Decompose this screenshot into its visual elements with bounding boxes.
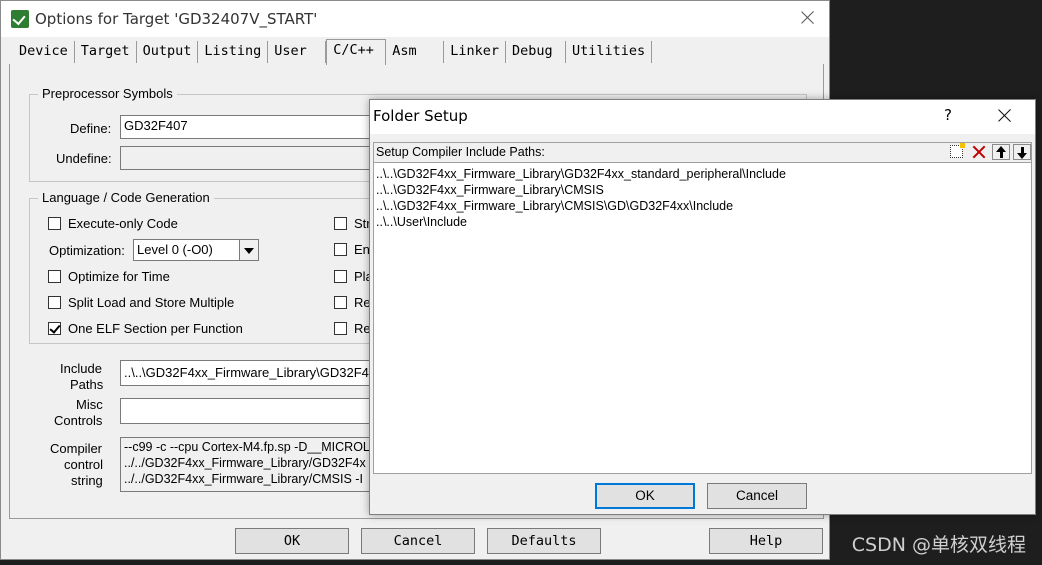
move-up-icon[interactable] bbox=[992, 144, 1010, 160]
optimize-time-checkbox[interactable] bbox=[48, 270, 61, 283]
optimization-label: Optimization: bbox=[49, 243, 125, 258]
watermark: CSDN @单核双线程 bbox=[851, 534, 1026, 556]
option-checkbox-3[interactable] bbox=[334, 270, 347, 283]
include-paths-field[interactable]: ..\..\GD32F4xx_Firmware_Library\GD32F4x bbox=[120, 360, 375, 386]
tab-device[interactable]: Device bbox=[13, 41, 75, 63]
compiler-string-label-1: Compiler bbox=[50, 441, 103, 456]
tab-debug[interactable]: Debug bbox=[506, 41, 567, 63]
option-checkbox-4[interactable] bbox=[334, 296, 347, 309]
folder-cancel-button[interactable]: Cancel bbox=[707, 483, 807, 509]
one-elf-label: One ELF Section per Function bbox=[68, 321, 243, 336]
undefine-field[interactable] bbox=[120, 146, 380, 170]
language-group-title: Language / Code Generation bbox=[38, 190, 214, 205]
tab-user[interactable]: User bbox=[268, 41, 327, 63]
list-item[interactable]: ..\..\GD32F4xx_Firmware_Library\CMSIS\GD… bbox=[376, 198, 1029, 214]
folder-ok-button[interactable]: OK bbox=[595, 483, 695, 509]
tab-target[interactable]: Target bbox=[75, 41, 137, 63]
tab-c-cpp[interactable]: C/C++ bbox=[326, 39, 387, 65]
list-item[interactable]: ..\..\GD32F4xx_Firmware_Library\CMSIS bbox=[376, 182, 1029, 198]
close-icon[interactable] bbox=[994, 105, 1016, 127]
optimization-value: Level 0 (-O0) bbox=[137, 242, 213, 257]
option-checkbox-2[interactable] bbox=[334, 243, 347, 256]
list-item[interactable]: ..\..\User\Include bbox=[376, 214, 1029, 230]
new-folder-icon[interactable] bbox=[950, 143, 965, 158]
undefine-label: Undefine: bbox=[56, 151, 112, 166]
move-down-icon[interactable] bbox=[1013, 144, 1031, 160]
include-paths-label-2: Paths bbox=[70, 377, 104, 392]
help-button[interactable]: Help bbox=[709, 528, 823, 554]
options-dialog-title: Options for Target 'GD32407V_START' bbox=[35, 10, 318, 28]
compiler-control-string: --c99 -c --cpu Cortex-M4.fp.sp -D__MICRO… bbox=[120, 437, 375, 492]
split-load-checkbox[interactable] bbox=[48, 296, 61, 309]
preprocessor-group-title: Preprocessor Symbols bbox=[38, 86, 177, 101]
split-load-label: Split Load and Store Multiple bbox=[68, 295, 235, 310]
list-item[interactable]: ..\..\GD32F4xx_Firmware_Library\GD32F4xx… bbox=[376, 166, 1029, 182]
include-paths-list[interactable]: ..\..\GD32F4xx_Firmware_Library\GD32F4xx… bbox=[373, 162, 1032, 474]
chevron-down-icon[interactable] bbox=[239, 240, 258, 260]
misc-controls-label-1: Misc bbox=[76, 397, 103, 412]
tab-listing[interactable]: Listing bbox=[198, 41, 269, 63]
optimize-time-label: Optimize for Time bbox=[68, 269, 170, 284]
delete-icon[interactable] bbox=[970, 144, 988, 160]
tab-bar: Device Target Output Listing User C/C++ … bbox=[13, 39, 653, 65]
misc-controls-field[interactable] bbox=[120, 398, 375, 424]
execute-only-label: Execute-only Code bbox=[68, 216, 178, 231]
options-titlebar[interactable]: Options for Target 'GD32407V_START' bbox=[1, 1, 829, 37]
compiler-string-line-1: --c99 -c --cpu Cortex-M4.fp.sp -D__MICRO… bbox=[124, 440, 370, 454]
tab-output[interactable]: Output bbox=[137, 41, 199, 63]
define-label: Define: bbox=[70, 121, 112, 136]
tab-utilities[interactable]: Utilities bbox=[566, 41, 653, 63]
help-icon[interactable]: ? bbox=[944, 106, 952, 124]
one-elf-checkbox[interactable] bbox=[48, 322, 61, 335]
folder-setup-title: Folder Setup bbox=[373, 107, 468, 125]
optimization-select[interactable]: Level 0 (-O0) bbox=[133, 239, 259, 261]
tab-asm[interactable]: Asm bbox=[386, 41, 445, 63]
misc-controls-label-2: Controls bbox=[54, 413, 103, 428]
compiler-string-line-2: ../../GD32F4xx_Firmware_Library/GD32F4x bbox=[124, 456, 366, 470]
ok-button[interactable]: OK bbox=[235, 528, 349, 554]
execute-only-checkbox[interactable] bbox=[48, 217, 61, 230]
compiler-string-label-3: string bbox=[71, 473, 103, 488]
defaults-button[interactable]: Defaults bbox=[487, 528, 601, 554]
include-paths-label-1: Include bbox=[60, 361, 102, 376]
close-icon[interactable] bbox=[797, 7, 819, 29]
cancel-button[interactable]: Cancel bbox=[361, 528, 475, 554]
option-checkbox-5[interactable] bbox=[334, 322, 347, 335]
include-paths-list-header: Setup Compiler Include Paths: bbox=[373, 142, 1032, 162]
tab-linker[interactable]: Linker bbox=[444, 41, 507, 63]
folder-setup-titlebar[interactable]: Folder Setup ? bbox=[370, 100, 1035, 134]
keil-app-icon bbox=[11, 10, 29, 28]
option-checkbox-1[interactable] bbox=[334, 217, 347, 230]
list-header-label: Setup Compiler Include Paths: bbox=[376, 145, 545, 159]
compiler-string-label-2: control bbox=[64, 457, 104, 472]
define-field[interactable]: GD32F407 bbox=[120, 115, 380, 139]
compiler-string-line-3: ../../GD32F4xx_Firmware_Library/CMSIS -I bbox=[124, 472, 363, 486]
folder-setup-dialog: Folder Setup ? Setup Compiler Include Pa… bbox=[369, 99, 1036, 515]
